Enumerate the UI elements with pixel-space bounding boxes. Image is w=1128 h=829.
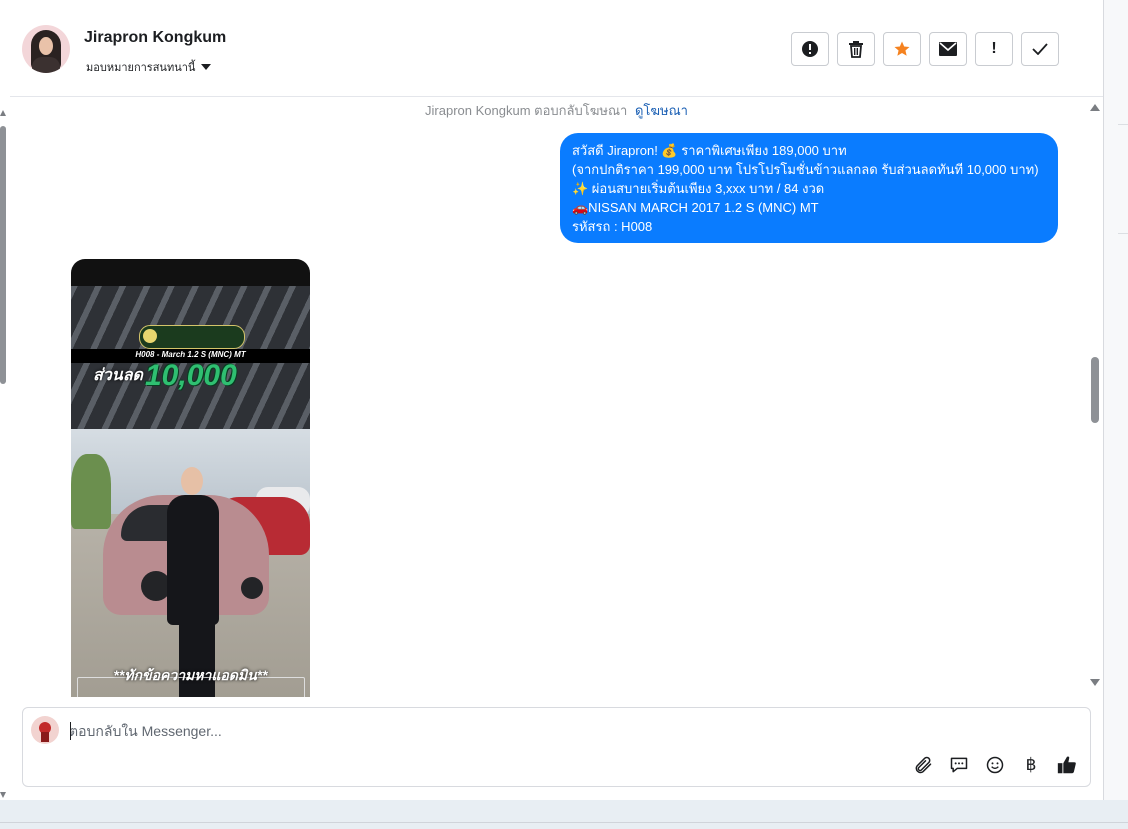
right-sidebar-edge [1104,0,1128,800]
trash-icon [849,41,863,58]
report-button[interactable] [791,32,829,66]
follow-up-button[interactable]: ! [975,32,1013,66]
exclamation-icon: ! [991,40,997,57]
text-cursor [70,722,71,740]
conversation-header: Jirapron Kongkum มอบหมายการสนทนานี้ ! [10,0,1103,97]
window-bottom-bar [0,800,1128,829]
star-button[interactable] [883,32,921,66]
page-scrollbar-thumb[interactable] [0,126,6,384]
message-thread[interactable]: Jirapron Kongkum ตอบกลับโฆษณา ดูโฆษณา สว… [10,97,1103,697]
assign-label: มอบหมายการสนทนานี้ [86,62,196,74]
ad-video-thumbnail[interactable]: H008 - March 1.2 S (MNC) MT ส่วนลด 10,00… [71,259,310,697]
delete-button[interactable] [837,32,875,66]
message-line: (จากปกติราคา 199,000 บาท โปรโปรโมชั่นข้า… [572,162,1039,177]
discount-value: 10,000 [145,359,237,392]
contact-avatar[interactable] [22,25,70,73]
discount-label: ส่วนลด [93,367,143,384]
header-actions: ! [791,32,1059,66]
thread-scrollbar-thumb[interactable] [1091,357,1099,423]
emoji-icon [986,756,1004,774]
reply-input[interactable] [69,720,869,742]
media-caption: **ทักข้อความหาแอดมิน** [113,667,268,683]
ad-reply-notice: Jirapron Kongkum ตอบกลับโฆษณา ดูโฆษณา [10,100,1103,121]
page-avatar [31,716,59,744]
message-line: สวัสดี Jirapron! 💰 ราคาพิเศษเพียง 189,00… [572,143,847,158]
presenter-image [167,495,219,625]
outgoing-message-bubble[interactable]: สวัสดี Jirapron! 💰 ราคาพิเศษเพียง 189,00… [560,133,1058,243]
message-line: 🚗NISSAN MARCH 2017 1.2 S (MNC) MT [572,200,819,215]
envelope-icon [939,42,957,56]
chat-bubble-icon [950,757,968,773]
emoji-button[interactable] [984,754,1006,776]
saved-replies-button[interactable] [948,754,970,776]
composer-tools: ฿ [912,754,1078,776]
like-button[interactable] [1056,754,1078,776]
thumbs-up-icon [1057,756,1076,774]
thread-scroll-up-arrow[interactable] [1090,104,1100,111]
view-ad-link[interactable]: ดูโฆษณา [635,103,688,118]
contact-name[interactable]: Jirapron Kongkum [84,29,226,47]
message-composer: ฿ [22,707,1091,787]
thread-scroll-down-arrow[interactable] [1090,679,1100,686]
star-icon [894,41,910,56]
dealer-logo [139,325,245,349]
attach-button[interactable] [912,754,934,776]
page-scroll-up-arrow[interactable] [0,110,6,116]
done-button[interactable] [1021,32,1059,66]
checkmark-icon [1032,43,1048,55]
caret-down-icon [201,64,212,70]
page-scroll-down-arrow[interactable] [0,792,6,798]
message-line: ✨ ผ่อนสบายเริ่มต้นเพียง 3,xxx บาท / 84 ง… [572,181,825,196]
paperclip-icon [915,756,932,774]
mark-unread-button[interactable] [929,32,967,66]
payment-button[interactable]: ฿ [1020,754,1042,776]
car-code-text: H008 - March 1.2 S (MNC) MT [135,350,246,359]
assign-conversation-dropdown[interactable]: มอบหมายการสนทนานี้ [86,58,212,76]
alert-circle-icon [802,41,818,57]
baht-icon: ฿ [1025,755,1037,774]
ad-reply-text: Jirapron Kongkum ตอบกลับโฆษณา [425,103,628,118]
message-line: รหัสรถ : H008 [572,219,653,234]
